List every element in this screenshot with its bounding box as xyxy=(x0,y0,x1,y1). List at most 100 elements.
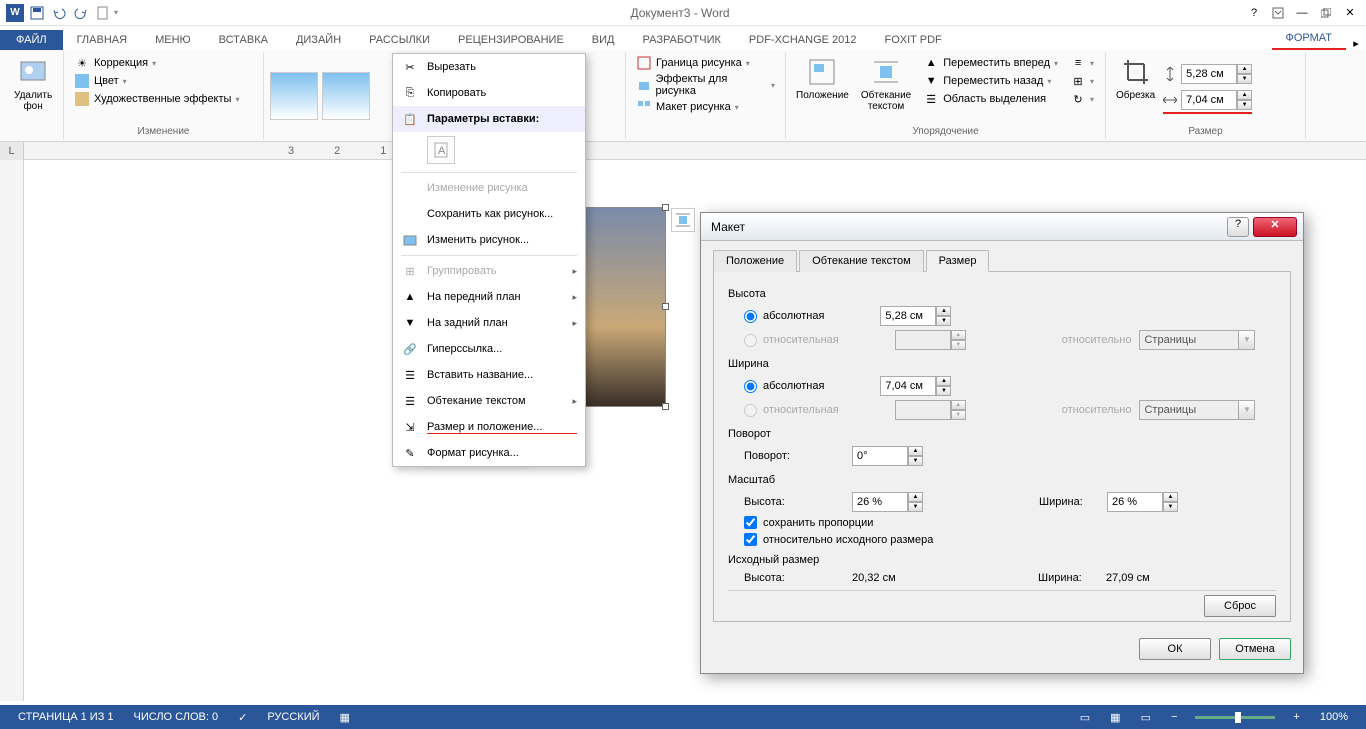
crop-button[interactable]: Обрезка xyxy=(1112,54,1159,124)
ctx-change-picture[interactable]: Изменить рисунок... xyxy=(393,227,585,253)
tab-home[interactable]: ГЛАВНАЯ xyxy=(63,30,141,50)
view-read-icon[interactable]: ▭ xyxy=(1070,711,1100,724)
tab-pdfxchange[interactable]: PDF-XChange 2012 xyxy=(735,30,871,50)
height-input[interactable] xyxy=(1181,64,1237,84)
dialog-help-button[interactable]: ? xyxy=(1227,217,1249,237)
picture-layout-button[interactable]: Макет рисунка▾ xyxy=(632,98,779,116)
bring-forward-button[interactable]: ▲Переместить вперед▾ xyxy=(919,54,1062,72)
position-button[interactable]: Положение xyxy=(792,54,853,124)
tab-menu[interactable]: Меню xyxy=(141,30,205,50)
rotation-input[interactable] xyxy=(852,446,908,466)
tab-foxit[interactable]: Foxit PDF xyxy=(871,30,956,50)
picture-border-button[interactable]: Граница рисунка▾ xyxy=(632,54,779,72)
width-input[interactable] xyxy=(1181,90,1237,110)
zoom-slider[interactable] xyxy=(1195,716,1275,719)
vertical-ruler[interactable] xyxy=(0,160,24,701)
dialog-close-button[interactable]: ✕ xyxy=(1253,217,1297,237)
tab-file[interactable]: ФАЙЛ xyxy=(0,30,63,50)
selection-pane-button[interactable]: ☰Область выделения xyxy=(919,90,1062,108)
view-web-icon[interactable]: ▭ xyxy=(1131,711,1161,724)
resize-handle-r[interactable] xyxy=(662,303,669,310)
new-icon[interactable] xyxy=(92,2,114,24)
minimize-icon[interactable]: — xyxy=(1290,1,1314,25)
page-indicator[interactable]: СТРАНИЦА 1 ИЗ 1 xyxy=(8,711,124,723)
remove-background-button[interactable]: Удалить фон xyxy=(10,54,56,137)
picture-effects-button[interactable]: Эффекты для рисунка▾ xyxy=(632,72,779,98)
tab-selector[interactable]: L xyxy=(0,142,24,160)
tab-design[interactable]: ДИЗАЙН xyxy=(282,30,355,50)
wrap-text-button[interactable]: Обтекание текстом xyxy=(857,54,915,124)
ctx-send-back[interactable]: ▼На задний план▸ xyxy=(393,310,585,336)
dlg-tab-wrap[interactable]: Обтекание текстом xyxy=(799,250,924,272)
tab-mailings[interactable]: РАССЫЛКИ xyxy=(355,30,444,50)
width-abs-input[interactable] xyxy=(880,376,936,396)
close-icon[interactable]: ✕ xyxy=(1338,1,1362,25)
color-button[interactable]: Цвет▾ xyxy=(70,72,257,90)
restore-icon[interactable] xyxy=(1314,1,1338,25)
relative-original-checkbox[interactable]: относительно исходного размера xyxy=(744,533,933,546)
corrections-button[interactable]: ☀Коррекция▾ xyxy=(70,54,257,72)
ctx-format-picture[interactable]: ✎Формат рисунка... xyxy=(393,440,585,466)
tab-developer[interactable]: РАЗРАБОТЧИК xyxy=(629,30,735,50)
width-absolute-radio[interactable]: абсолютная xyxy=(744,380,824,393)
ctx-save-as-picture[interactable]: Сохранить как рисунок... xyxy=(393,201,585,227)
zoom-in-button[interactable]: + xyxy=(1283,711,1309,723)
undo-icon[interactable] xyxy=(48,2,70,24)
help-icon[interactable]: ? xyxy=(1242,1,1266,25)
ctx-insert-caption[interactable]: ☰Вставить название... xyxy=(393,362,585,388)
send-backward-button[interactable]: ▼Переместить назад▾ xyxy=(919,72,1062,90)
effects-icon xyxy=(636,77,651,93)
language-indicator[interactable]: РУССКИЙ xyxy=(257,711,329,723)
ctx-copy[interactable]: ⎘Копировать xyxy=(393,80,585,106)
ribbon-collapse-icon[interactable]: ▸ xyxy=(1346,37,1366,50)
lock-ratio-checkbox[interactable]: сохранить пропорции xyxy=(744,516,873,529)
horizontal-ruler[interactable]: L 321 xyxy=(0,142,1366,160)
tab-insert[interactable]: ВСТАВКА xyxy=(205,30,282,50)
tab-view[interactable]: ВИД xyxy=(578,30,629,50)
scale-width-input[interactable] xyxy=(1107,492,1163,512)
height-absolute-radio[interactable]: абсолютная xyxy=(744,310,824,323)
zoom-level[interactable]: 100% xyxy=(1310,711,1358,723)
dlg-tab-size[interactable]: Размер xyxy=(926,250,990,272)
spellcheck-icon[interactable]: ✓ xyxy=(228,711,257,724)
ctx-wrap-text[interactable]: ☰Обтекание текстом▸ xyxy=(393,388,585,414)
copy-icon: ⎘ xyxy=(401,84,419,102)
layout-options-button[interactable] xyxy=(671,208,695,232)
cancel-button[interactable]: Отмена xyxy=(1219,638,1291,660)
picture-style-2[interactable] xyxy=(322,72,370,120)
scale-height-input[interactable] xyxy=(852,492,908,512)
paste-option-1[interactable]: A xyxy=(427,136,455,164)
macro-icon[interactable]: ▦ xyxy=(330,711,360,724)
height-relative-radio[interactable]: относительная xyxy=(744,334,839,347)
redo-icon[interactable] xyxy=(70,2,92,24)
width-down[interactable]: ▼ xyxy=(1237,100,1252,110)
resize-handle-br[interactable] xyxy=(662,403,669,410)
height-down[interactable]: ▼ xyxy=(1237,74,1252,84)
ctx-bring-front[interactable]: ▲На передний план▸ xyxy=(393,284,585,310)
ctx-size-position[interactable]: ⇲Размер и положение... xyxy=(393,414,585,440)
word-count[interactable]: ЧИСЛО СЛОВ: 0 xyxy=(124,711,229,723)
ctx-cut[interactable]: ✂Вырезать xyxy=(393,54,585,80)
save-icon[interactable] xyxy=(26,2,48,24)
height-up[interactable]: ▲ xyxy=(1237,64,1252,74)
resize-handle-tr[interactable] xyxy=(662,204,669,211)
width-up[interactable]: ▲ xyxy=(1237,90,1252,100)
ctx-hyperlink[interactable]: 🔗Гиперссылка... xyxy=(393,336,585,362)
dlg-tab-position[interactable]: Положение xyxy=(713,250,797,272)
ok-button[interactable]: ОК xyxy=(1139,638,1211,660)
picture-style-1[interactable] xyxy=(270,72,318,120)
reset-button[interactable]: Сброс xyxy=(1204,595,1276,617)
rotate-button[interactable]: ↻▾ xyxy=(1066,90,1098,108)
tab-format[interactable]: ФОРМАТ xyxy=(1272,28,1347,50)
ribbon-options-icon[interactable] xyxy=(1266,1,1290,25)
dialog-titlebar[interactable]: Макет ? ✕ xyxy=(701,213,1303,241)
width-relative-radio[interactable]: относительная xyxy=(744,404,839,417)
zoom-out-button[interactable]: − xyxy=(1161,711,1187,723)
tab-review[interactable]: РЕЦЕНЗИРОВАНИЕ xyxy=(444,30,578,50)
view-print-icon[interactable]: ▦ xyxy=(1100,711,1130,724)
artistic-effects-button[interactable]: Художественные эффекты▾ xyxy=(70,90,257,108)
status-bar: СТРАНИЦА 1 ИЗ 1 ЧИСЛО СЛОВ: 0 ✓ РУССКИЙ … xyxy=(0,705,1366,729)
align-button[interactable]: ≡▾ xyxy=(1066,54,1098,72)
height-abs-input[interactable] xyxy=(880,306,936,326)
group-button[interactable]: ⊞▾ xyxy=(1066,72,1098,90)
